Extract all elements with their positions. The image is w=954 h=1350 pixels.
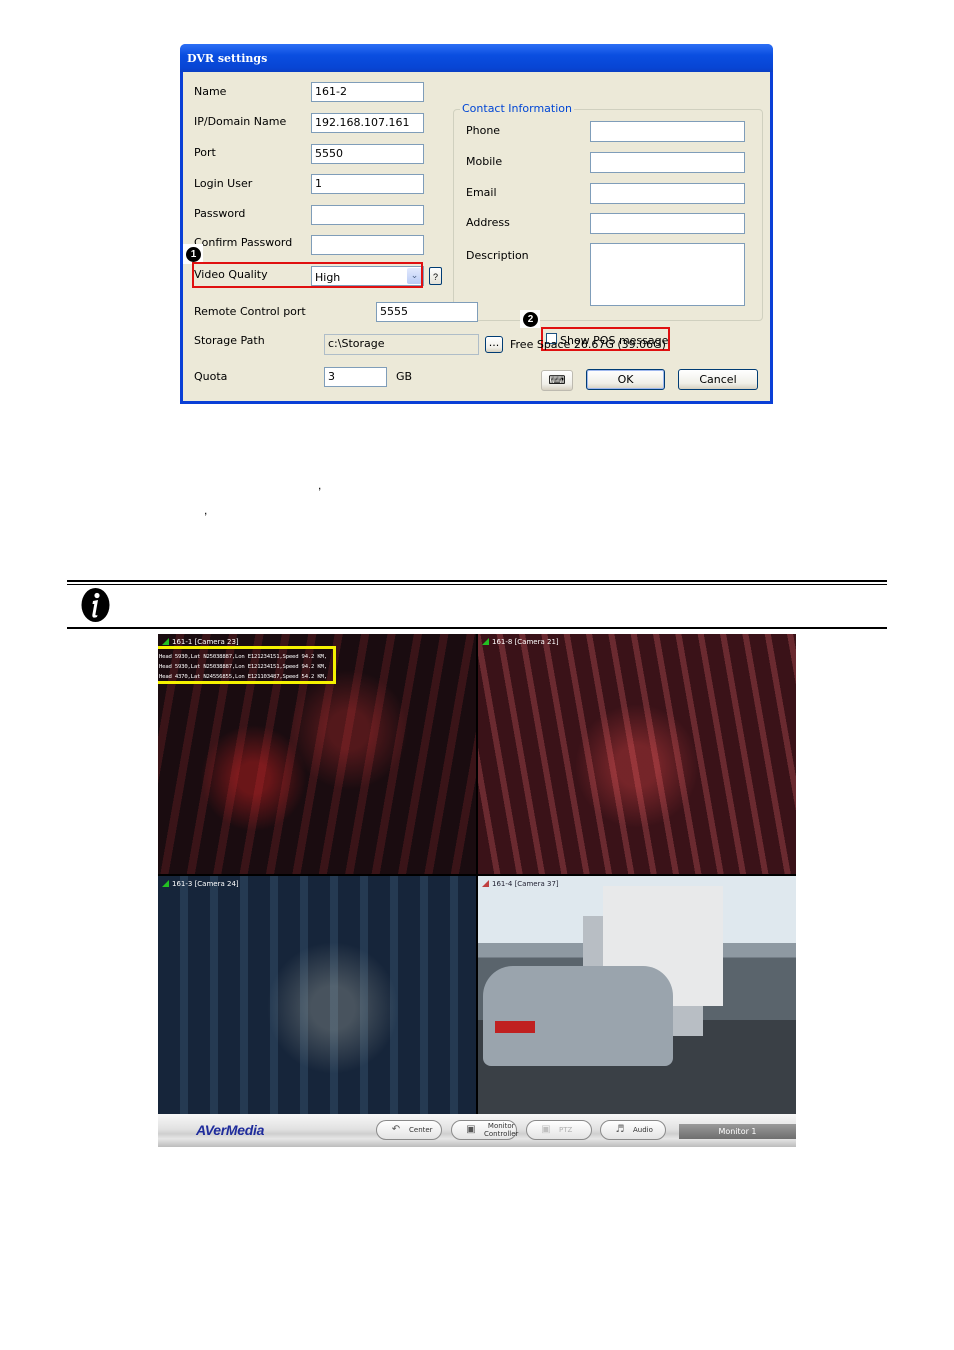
speaker-icon: ♬ [615,1124,625,1135]
quota-unit: GB [396,370,413,383]
audio-button[interactable]: ♬ Audio [600,1120,666,1140]
email-label: Email [466,186,497,199]
address-field[interactable] [590,213,745,234]
camera-view-3[interactable]: 161-3 [Camera 24] [158,876,476,1116]
note-top-rule-thin [67,584,887,585]
monitor-indicator: Monitor 1 [679,1124,796,1139]
ip-label: IP/Domain Name [194,115,287,128]
camera-view-4[interactable]: 161-4 [Camera 37] [478,876,796,1116]
pos-message-overlay: Head 5930,Lat N25038887,Lon E121234151,S… [158,646,336,684]
note-bottom-rule [67,627,887,629]
dialog-title: DVR settings [180,44,773,72]
cancel-button[interactable]: Cancel [678,369,758,390]
monitor-controller-button[interactable]: ▣ Monitor Controller [451,1120,518,1140]
pos-line: Head 4370,Lat N24556855,Lon E121103487,S… [159,674,327,680]
keyboard-icon: ⌨ [548,373,566,387]
contact-information-legend: Contact Information [460,102,574,115]
address-label: Address [466,216,510,229]
dvr-settings-dialog: DVR settings Name 161-2 IP/Domain Name 1… [180,44,773,404]
player-toolbar: AVerMedia ↶ Center ▣ Monitor Controller ▣… [158,1114,796,1147]
name-label: Name [194,85,227,98]
password-label: Password [194,207,246,220]
keyboard-button[interactable]: ⌨ [541,370,573,391]
car-image [483,966,673,1066]
quota-label: Quota [194,370,228,383]
name-field[interactable]: 161-2 [311,82,424,102]
quota-field[interactable]: 3 [324,367,387,387]
camera-1-label: 161-1 [Camera 23] [162,638,239,646]
pos-line: Head 5930,Lat N25038887,Lon E121234151,S… [159,654,327,660]
storage-path-label: Storage Path [194,334,265,347]
camera-grid: 161-1 [Camera 23] Head 5930,Lat N2503888… [158,634,796,1116]
signal-icon [162,880,169,887]
callout-2-badge: 2 [523,312,538,327]
description-field[interactable] [590,243,745,306]
text-fragment-comma-1: , [318,478,322,492]
ok-button[interactable]: OK [586,369,665,390]
signal-icon [162,638,169,645]
password-field[interactable] [311,205,424,225]
signal-icon [482,638,489,645]
free-space-text: Free Space 26.67G (39.06G) [510,338,666,351]
camera-view-2[interactable]: 161-8 [Camera 21] [478,634,796,874]
phone-label: Phone [466,124,501,137]
video-quality-help-button[interactable]: ? [429,267,442,285]
dialog-client: Name 161-2 IP/Domain Name 192.168.107.16… [183,72,770,401]
callout-1-badge: 1 [186,247,201,262]
browse-storage-button[interactable]: ... [485,336,503,353]
confirm-password-field[interactable] [311,235,424,255]
description-label: Description [466,249,529,262]
remote-control-port-label: Remote Control port [194,305,306,318]
ip-field[interactable]: 192.168.107.161 [311,113,424,133]
contact-information-group: Contact Information Phone Mobile Email A… [453,102,763,321]
mobile-field[interactable] [590,152,745,173]
avermedia-logo: AVerMedia [196,1122,265,1138]
port-label: Port [194,146,216,159]
camera-3-label: 161-3 [Camera 24] [162,880,239,888]
center-icon: ↶ [391,1124,401,1135]
info-icon [81,588,110,622]
phone-field[interactable] [590,121,745,142]
mobile-label: Mobile [466,155,503,168]
confirm-password-label: Confirm Password [194,236,293,249]
text-fragment-comma-2: , [204,503,208,517]
login-user-label: Login User [194,177,253,190]
login-user-field[interactable]: 1 [311,174,424,194]
ptz-button[interactable]: ▣ PTZ [526,1120,592,1140]
email-field[interactable] [590,183,745,204]
remote-control-port-field[interactable]: 5555 [376,302,478,322]
camera-view-1[interactable]: 161-1 [Camera 23] Head 5930,Lat N2503888… [158,634,476,874]
center-button[interactable]: ↶ Center [376,1120,442,1140]
video-quality-highlight [192,262,423,288]
port-field[interactable]: 5550 [311,144,424,164]
ptz-icon: ▣ [541,1124,551,1135]
camera-2-label: 161-8 [Camera 21] [482,638,559,646]
signal-icon [482,880,489,887]
pos-line: Head 5930,Lat N25038887,Lon E121234151,S… [159,664,327,670]
storage-path-field[interactable]: c:\Storage [324,334,479,355]
monitor-icon: ▣ [466,1124,476,1135]
camera-4-label: 161-4 [Camera 37] [482,880,559,888]
note-top-rule [67,580,887,582]
